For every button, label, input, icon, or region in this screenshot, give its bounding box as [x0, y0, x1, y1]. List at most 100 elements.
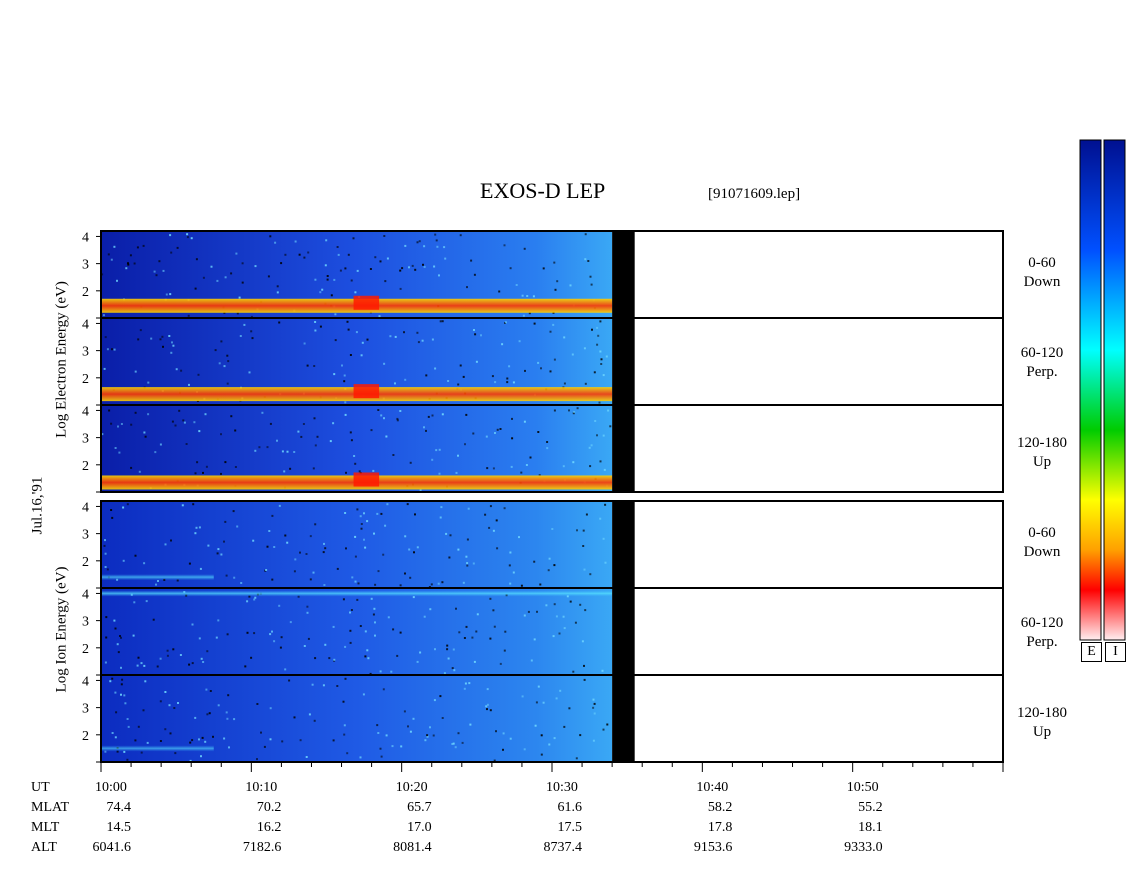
noise-pixel [196, 461, 199, 464]
noise-pixel [122, 506, 125, 509]
noise-pixel [155, 583, 157, 586]
noise-pixel [601, 669, 604, 672]
y-tick-label: 4 [82, 404, 89, 419]
noise-pixel [164, 691, 167, 693]
noise-pixel [439, 320, 442, 323]
noise-pixel [396, 654, 399, 657]
noise-pixel [220, 433, 222, 436]
noise-pixel [172, 344, 175, 347]
noise-pixel [157, 580, 159, 582]
noise-pixel [599, 517, 602, 520]
noise-pixel [384, 280, 387, 283]
noise-pixel [441, 320, 444, 323]
noise-pixel [427, 415, 430, 418]
noise-pixel [107, 253, 110, 256]
y-tick-label: 3 [82, 258, 89, 273]
noise-pixel [312, 571, 315, 574]
noise-pixel [314, 321, 317, 323]
noise-pixel [350, 279, 353, 282]
ephemeris-value: 65.7 [407, 800, 432, 815]
noise-pixel [471, 636, 474, 639]
noise-pixel [216, 552, 219, 555]
noise-pixel [266, 545, 269, 548]
noise-pixel [109, 680, 112, 683]
noise-pixel [361, 341, 364, 344]
noise-pixel [207, 544, 210, 547]
noise-pixel [162, 269, 165, 272]
noise-pixel [284, 253, 287, 256]
noise-pixel [117, 425, 119, 428]
noise-pixel [299, 739, 302, 742]
noise-pixel [146, 741, 149, 744]
noise-pixel [269, 633, 272, 636]
noise-pixel [377, 570, 380, 573]
noise-pixel [113, 348, 116, 351]
noise-pixel [220, 472, 222, 475]
noise-pixel [501, 343, 504, 346]
noise-pixel [311, 683, 314, 686]
noise-pixel [392, 628, 395, 631]
noise-pixel [370, 429, 373, 432]
noise-pixel [553, 564, 556, 567]
noise-pixel [220, 553, 223, 556]
noise-pixel [378, 315, 381, 318]
noise-pixel [336, 567, 339, 570]
noise-pixel [336, 685, 339, 687]
noise-pixel [293, 570, 296, 573]
noise-pixel [254, 596, 257, 599]
noise-pixel [111, 732, 114, 734]
noise-pixel [424, 739, 427, 742]
noise-pixel [533, 638, 536, 641]
noise-pixel [334, 339, 337, 342]
noise-pixel [206, 650, 209, 653]
noise-pixel [104, 566, 107, 568]
noise-pixel [129, 254, 132, 257]
noise-pixel [443, 246, 446, 249]
noise-pixel [583, 664, 585, 667]
noise-pixel [349, 641, 352, 644]
noise-pixel [254, 449, 257, 452]
noise-pixel [600, 363, 603, 365]
noise-pixel [494, 432, 496, 434]
noise-pixel [194, 716, 197, 719]
no-data-region [634, 675, 1003, 762]
noise-pixel [306, 611, 309, 614]
noise-pixel [349, 431, 352, 434]
noise-pixel [307, 637, 310, 640]
noise-pixel [385, 734, 388, 737]
noise-pixel [253, 598, 256, 601]
ephemeris-value: 8737.4 [543, 840, 583, 855]
noise-pixel [226, 633, 229, 636]
noise-pixel [466, 538, 469, 541]
noise-pixel [276, 291, 279, 294]
noise-pixel [369, 268, 372, 270]
noise-pixel [463, 687, 466, 690]
noise-pixel [312, 467, 315, 470]
ephemeris-value: 9153.6 [693, 840, 733, 855]
noise-pixel [416, 546, 419, 549]
noise-pixel [134, 554, 137, 557]
noise-pixel [399, 287, 402, 290]
noise-pixel [176, 246, 179, 249]
noise-pixel [599, 320, 602, 323]
noise-pixel [133, 601, 136, 604]
noise-pixel [236, 525, 239, 528]
noise-pixel [509, 551, 512, 554]
noise-pixel [339, 269, 342, 272]
noise-pixel [209, 690, 212, 692]
noise-pixel [198, 526, 201, 529]
noise-pixel [540, 734, 543, 737]
noise-pixel [134, 370, 137, 373]
noise-pixel [492, 529, 495, 532]
noise-pixel [480, 334, 482, 337]
noise-pixel [191, 623, 194, 626]
noise-pixel [404, 535, 407, 538]
noise-pixel [439, 695, 442, 698]
noise-pixel [588, 446, 591, 449]
noise-pixel [323, 542, 325, 545]
noise-pixel [186, 233, 189, 236]
noise-pixel [168, 704, 171, 707]
noise-pixel [104, 661, 107, 664]
x-tick-label: 10:20 [395, 780, 428, 795]
noise-pixel [313, 417, 316, 420]
